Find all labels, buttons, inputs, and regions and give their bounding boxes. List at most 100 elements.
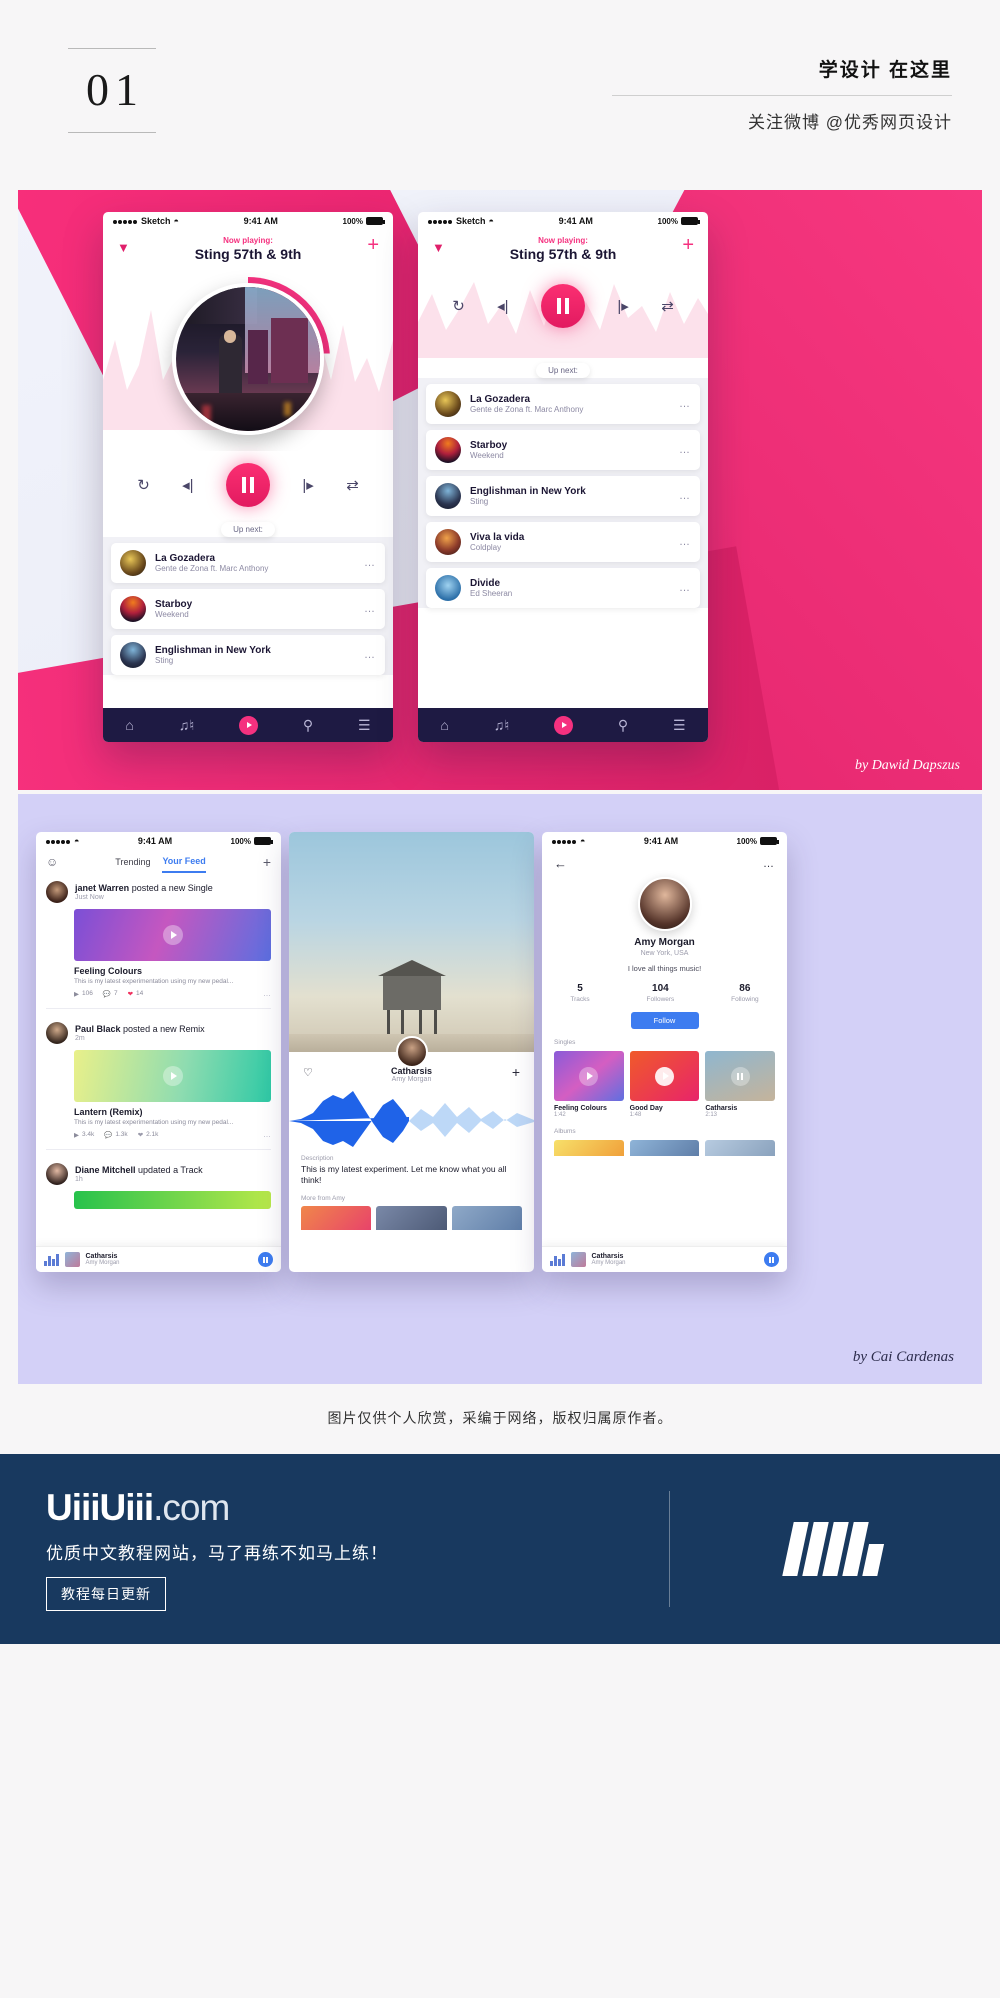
comment-icon: 💬 xyxy=(104,1131,113,1139)
footer-right xyxy=(670,1522,1000,1576)
play-icon[interactable] xyxy=(554,715,574,735)
more-icon[interactable]: … xyxy=(263,989,271,998)
back-arrow-icon[interactable]: ← xyxy=(554,856,567,871)
table-row[interactable]: Starboy Weekend … xyxy=(111,589,385,629)
more-icon[interactable]: … xyxy=(364,557,376,569)
heart-icon: ❤ xyxy=(137,1131,144,1139)
singles-label: Singles xyxy=(554,1039,576,1046)
table-row[interactable]: La Gozadera Gente de Zona ft. Marc Antho… xyxy=(426,384,700,424)
table-row[interactable]: Englishman in New York Sting … xyxy=(111,635,385,675)
stat-following[interactable]: 86 Following xyxy=(731,983,758,1003)
battery-icon xyxy=(254,837,273,845)
post-headline: Diane Mitchell updated a Track xyxy=(75,1165,203,1175)
album-card[interactable] xyxy=(554,1140,624,1156)
post-description: This is my latest experimentation using … xyxy=(74,978,234,985)
play-icon[interactable] xyxy=(579,1066,599,1086)
single-duration: 1:42 xyxy=(554,1112,566,1118)
single-card[interactable]: Catharsis 2:13 xyxy=(705,1051,776,1118)
plus-icon[interactable]: + xyxy=(263,854,271,874)
home-icon[interactable]: ⌂ xyxy=(125,717,133,733)
up-next-label: Up next: xyxy=(536,363,590,378)
table-row[interactable]: Englishman in New York Sting … xyxy=(426,476,700,516)
repeat-icon[interactable]: ↻ xyxy=(137,476,150,494)
menu-icon[interactable]: ☰ xyxy=(358,717,371,734)
single-card[interactable]: Feeling Colours 1:42 xyxy=(554,1051,624,1118)
mini-player[interactable]: Catharsis Amy Morgan xyxy=(36,1246,281,1272)
next-icon[interactable]: |▸ xyxy=(302,476,313,494)
list-item[interactable]: Diane Mitchell updated a Track 1h xyxy=(36,1156,281,1218)
heart-icon[interactable]: ♡ xyxy=(303,1066,313,1079)
more-card[interactable] xyxy=(451,1205,522,1230)
stat-followers[interactable]: 104 Followers xyxy=(646,983,674,1003)
album-art[interactable] xyxy=(172,282,324,435)
follow-button[interactable]: Follow xyxy=(630,1012,699,1029)
wifi-icon: ◓ xyxy=(74,836,80,846)
plus-icon[interactable]: + xyxy=(367,235,379,255)
more-icon[interactable]: … xyxy=(679,536,691,548)
post-cover[interactable] xyxy=(74,1050,271,1102)
more-icon[interactable]: … xyxy=(263,1130,271,1139)
pause-icon[interactable] xyxy=(540,284,585,328)
play-icon[interactable] xyxy=(655,1066,674,1086)
more-icon[interactable]: … xyxy=(679,490,691,502)
avatar xyxy=(120,596,146,622)
footer-logo: UiiiUiii.com xyxy=(46,1487,669,1529)
pause-icon[interactable] xyxy=(764,1252,779,1267)
next-icon[interactable]: |▸ xyxy=(617,297,628,315)
more-icon[interactable]: … xyxy=(679,444,691,456)
avatar xyxy=(435,483,461,509)
chevron-down-icon[interactable]: ▼ xyxy=(432,240,445,255)
search-icon[interactable]: ⚲ xyxy=(618,717,628,734)
home-icon[interactable]: ⌂ xyxy=(440,717,448,733)
more-card[interactable] xyxy=(301,1205,372,1230)
mini-player[interactable]: Catharsis Amy Morgan xyxy=(542,1246,787,1272)
previous-icon[interactable]: ◂| xyxy=(497,297,508,315)
tab-your-feed[interactable]: Your Feed xyxy=(162,856,206,873)
table-row[interactable]: Divide Ed Sheeran … xyxy=(426,568,700,608)
more-icon[interactable]: … xyxy=(763,858,775,870)
more-icon[interactable]: … xyxy=(364,649,376,661)
search-icon[interactable]: ⚲ xyxy=(303,717,313,734)
album-card[interactable] xyxy=(629,1140,700,1156)
post-cover[interactable] xyxy=(74,909,271,961)
avatar xyxy=(46,881,68,903)
chevron-down-icon[interactable]: ▼ xyxy=(117,240,130,255)
more-icon[interactable]: … xyxy=(679,582,691,594)
plus-icon[interactable]: + xyxy=(512,1064,520,1080)
play-icon[interactable] xyxy=(239,715,259,735)
table-row[interactable]: Starboy Weekend … xyxy=(426,430,700,470)
list-item[interactable]: janet Warren posted a new Single Just No… xyxy=(36,874,281,1002)
more-card[interactable] xyxy=(376,1205,447,1230)
repeat-icon[interactable]: ↻ xyxy=(452,297,465,315)
waveform[interactable] xyxy=(289,1087,534,1149)
track-title: La Gozadera xyxy=(155,553,216,564)
header-rule xyxy=(612,95,952,96)
tab-trending[interactable]: Trending xyxy=(115,857,150,872)
menu-icon[interactable]: ☰ xyxy=(673,717,686,734)
track-artist: Sting xyxy=(470,497,489,506)
person-icon[interactable]: ☺ xyxy=(46,855,58,873)
profile-name: Amy Morgan xyxy=(634,937,695,948)
battery-label: 100% xyxy=(736,836,757,846)
library-icon[interactable]: ♫♮ xyxy=(494,717,510,734)
battery-label: 100% xyxy=(230,836,251,846)
single-card[interactable]: Good Day 1:48 xyxy=(629,1051,700,1118)
table-row[interactable]: La Gozadera Gente de Zona ft. Marc Antho… xyxy=(111,543,385,583)
shuffle-icon[interactable]: ⇄ xyxy=(346,476,359,494)
play-icon[interactable] xyxy=(162,925,183,945)
list-item[interactable]: Paul Black posted a new Remix 2m Lantern… xyxy=(36,1015,281,1143)
more-icon[interactable]: … xyxy=(679,398,691,410)
shuffle-icon[interactable]: ⇄ xyxy=(661,297,674,315)
pause-icon[interactable] xyxy=(225,463,270,507)
pause-icon[interactable] xyxy=(258,1252,273,1267)
play-icon[interactable] xyxy=(162,1066,183,1086)
album-card[interactable] xyxy=(705,1140,776,1156)
previous-icon[interactable]: ◂| xyxy=(182,476,193,494)
library-icon[interactable]: ♫♮ xyxy=(179,717,195,734)
more-icon[interactable]: … xyxy=(364,603,376,615)
table-row[interactable]: Viva la vida Coldplay … xyxy=(426,522,700,562)
post-cover[interactable] xyxy=(74,1191,271,1209)
pause-icon[interactable] xyxy=(730,1066,750,1086)
plus-icon[interactable]: + xyxy=(682,235,694,255)
post-user: janet Warren xyxy=(75,883,130,893)
